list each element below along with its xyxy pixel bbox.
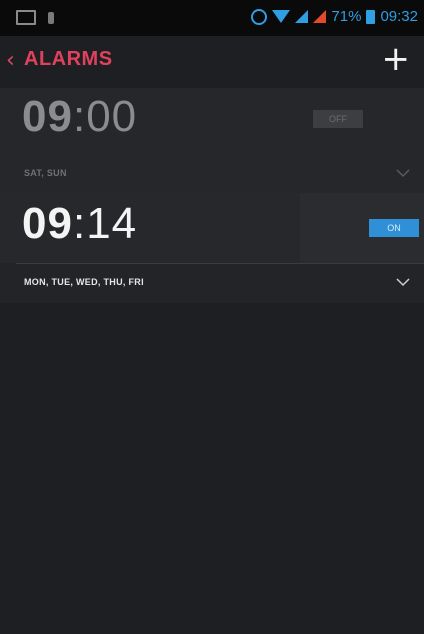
alarm-minute: 14 <box>86 199 138 248</box>
status-bar-notifications <box>16 10 54 25</box>
signal-icon <box>313 10 327 23</box>
alarm-item[interactable]: 09:14 ON MON, TUE, WED, THU, FRI <box>0 193 424 303</box>
alarm-screen: 71% 09:32 ‹ ALARMS + 09:00 OFF SAT, SUN … <box>0 0 424 634</box>
alarm-list-empty-area <box>0 303 424 634</box>
add-alarm-button[interactable]: + <box>382 42 411 76</box>
action-bar: ‹ ALARMS + <box>0 36 424 86</box>
alarm-minute: 00 <box>86 92 138 141</box>
chevron-down-icon[interactable] <box>396 166 410 180</box>
alarm-repeat-days: SAT, SUN <box>24 168 67 178</box>
alarm-time[interactable]: 09:14 <box>22 199 137 249</box>
battery-icon <box>366 9 376 24</box>
status-bar-system: 71% 09:32 <box>251 8 418 25</box>
status-time: 09:32 <box>380 8 418 25</box>
alarm-separator: : <box>72 199 87 248</box>
alarm-toggle[interactable]: ON <box>369 219 419 237</box>
wifi-icon <box>272 10 291 23</box>
signal-icon <box>295 10 309 23</box>
alarm-hour: 09 <box>22 199 73 248</box>
chevron-down-icon[interactable] <box>396 275 410 289</box>
alarm-repeat-days: MON, TUE, WED, THU, FRI <box>24 277 144 287</box>
image-icon <box>16 10 36 25</box>
divider <box>16 263 424 264</box>
page-title[interactable]: ALARMS <box>24 48 113 71</box>
alarm-toggle[interactable]: OFF <box>313 110 363 128</box>
alarm-time[interactable]: 09:00 <box>22 92 137 142</box>
chevron-left-icon[interactable]: ‹ <box>6 50 15 72</box>
battery-percent: 71% <box>331 8 362 25</box>
status-bar: 71% 09:32 <box>0 0 424 36</box>
usb-icon <box>48 11 54 24</box>
alarm-icon <box>251 8 268 25</box>
alarm-hour: 09 <box>22 92 73 141</box>
alarm-separator: : <box>72 92 87 141</box>
alarm-item[interactable]: 09:00 OFF SAT, SUN <box>0 88 424 193</box>
